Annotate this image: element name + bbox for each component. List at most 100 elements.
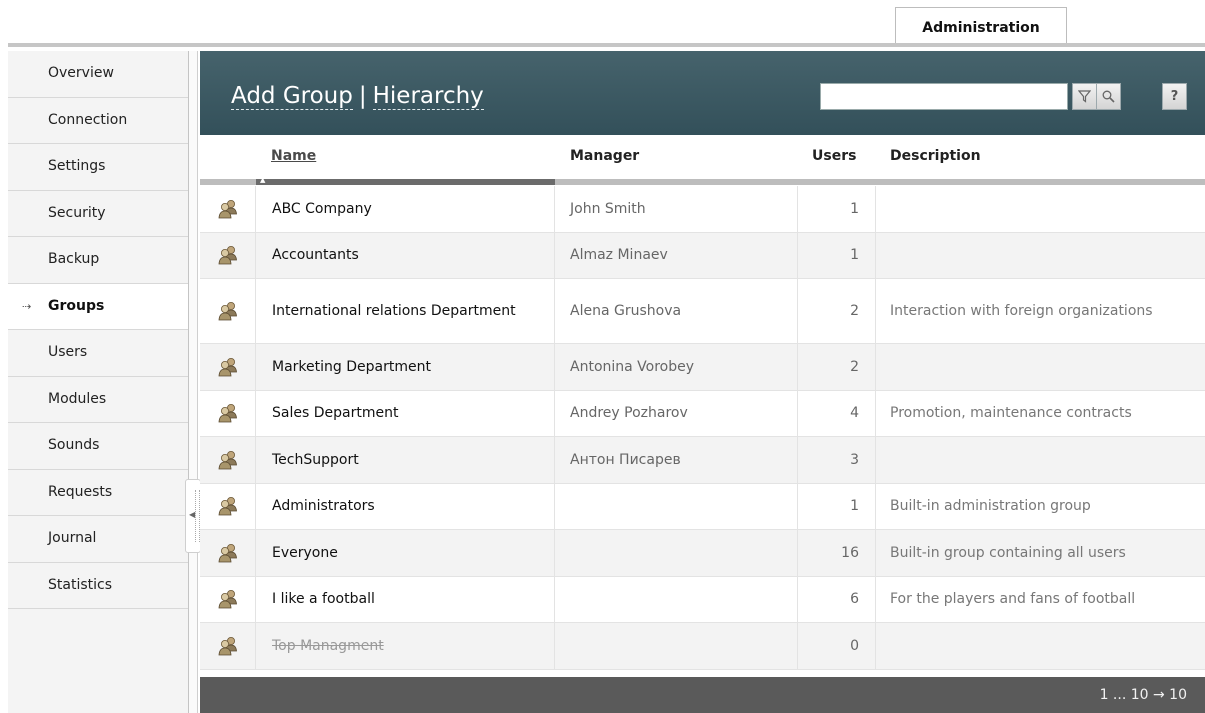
group-name-cell: ABC Company bbox=[256, 186, 555, 232]
users-count-cell-text: 0 bbox=[850, 637, 859, 654]
group-name-cell-text: Accountants bbox=[272, 247, 359, 264]
add-group-link[interactable]: Add Group bbox=[231, 83, 353, 110]
sidebar-item-connection[interactable]: Connection bbox=[8, 97, 188, 144]
group-icon bbox=[218, 497, 237, 516]
table-row[interactable]: TechSupport Антон Писарев 3 bbox=[200, 437, 1205, 484]
header-actions: Add Group | Hierarchy bbox=[231, 83, 484, 110]
table-row[interactable]: Administrators 1 Built-in administration g… bbox=[200, 483, 1205, 530]
users-count-cell-text: 2 bbox=[850, 303, 859, 319]
row-icon-cell bbox=[200, 186, 256, 232]
column-description-header[interactable]: Description bbox=[890, 148, 981, 164]
users-count-cell-text: 2 bbox=[850, 358, 859, 375]
sidebar-item-journal[interactable]: Journal bbox=[8, 516, 188, 563]
group-name-cell: Marketing Department bbox=[256, 344, 555, 390]
users-count-cell: 2 bbox=[798, 344, 876, 390]
manager-cell: Антон Писарев bbox=[555, 437, 798, 483]
sidebar-item-statistics[interactable]: Statistics bbox=[8, 562, 188, 609]
sidebar-item-users[interactable]: Users bbox=[8, 330, 188, 377]
splitter[interactable] bbox=[189, 51, 198, 713]
description-cell bbox=[876, 623, 1205, 669]
users-count-cell: 4 bbox=[798, 390, 876, 436]
users-count-cell: 6 bbox=[798, 576, 876, 622]
manager-cell-text: John Smith bbox=[570, 200, 646, 217]
description-cell-text: Promotion, maintenance contracts bbox=[890, 405, 1132, 422]
hierarchy-link[interactable]: Hierarchy bbox=[372, 83, 484, 110]
sidebar-item-settings[interactable]: Settings bbox=[8, 144, 188, 191]
group-icon bbox=[218, 357, 237, 377]
group-name-cell: Administrators bbox=[256, 483, 555, 529]
users-count-cell: 16 bbox=[798, 530, 876, 576]
group-icon bbox=[218, 199, 237, 219]
manager-cell bbox=[555, 576, 798, 622]
group-icon bbox=[218, 404, 237, 423]
sidebar-item-label: Users bbox=[48, 344, 88, 360]
description-cell bbox=[876, 186, 1205, 232]
table-row[interactable]: I like a football 6 For the players and fa… bbox=[200, 576, 1205, 623]
row-icon-cell bbox=[200, 279, 256, 343]
users-count-cell: 2 bbox=[798, 279, 876, 343]
users-count-cell-text: 3 bbox=[850, 451, 859, 468]
table-row[interactable]: Top Managment 0 bbox=[200, 623, 1205, 670]
filter-icon bbox=[1077, 90, 1092, 103]
table-row[interactable]: Marketing Department Antonina Vorobey 2 bbox=[200, 344, 1205, 391]
column-name-header[interactable]: Name bbox=[271, 148, 316, 164]
sidebar-item-label: Modules bbox=[48, 390, 107, 407]
column-users-header[interactable]: Users bbox=[812, 148, 856, 164]
current-arrow-icon: ⇢ bbox=[22, 299, 32, 313]
description-cell-text: Interaction with foreign organizations bbox=[890, 303, 1153, 319]
manager-cell: Antonina Vorobey bbox=[555, 344, 798, 390]
group-name-cell: I like a football bbox=[256, 576, 555, 622]
sidebar-item-backup[interactable]: Backup bbox=[8, 237, 188, 284]
row-icon-cell bbox=[200, 530, 256, 576]
search-button[interactable] bbox=[1096, 83, 1121, 110]
group-name-cell: TechSupport bbox=[256, 437, 555, 483]
help-button[interactable]: ? bbox=[1162, 83, 1187, 110]
group-name-cell-text: I like a football bbox=[272, 591, 375, 608]
sidebar-item-label: Groups bbox=[48, 297, 105, 314]
search-input[interactable] bbox=[820, 83, 1068, 110]
sidebar-item-requests[interactable]: Requests bbox=[8, 469, 188, 516]
group-name-cell-text: International relations Department bbox=[272, 303, 516, 319]
tab-administration[interactable]: Administration bbox=[895, 7, 1067, 44]
group-name-cell-text: Top Managment bbox=[272, 637, 384, 654]
description-cell-text: Built-in group containing all users bbox=[890, 544, 1126, 561]
sidebar-item-label: Requests bbox=[48, 483, 113, 500]
group-name-cell: Sales Department bbox=[256, 390, 555, 436]
sidebar-item-security[interactable]: Security bbox=[8, 190, 188, 237]
description-cell-text: For the players and fans of football bbox=[890, 591, 1136, 608]
row-icon-cell bbox=[200, 623, 256, 669]
sidebar-item-overview[interactable]: Overview bbox=[8, 51, 188, 98]
sidebar-item-sounds[interactable]: Sounds bbox=[8, 423, 188, 470]
group-icon bbox=[218, 450, 237, 470]
splitter-collapse-handle[interactable]: ◀ bbox=[185, 479, 201, 553]
sort-ascending-icon: ▲ bbox=[260, 176, 266, 184]
table-row[interactable]: Accountants Almaz Minaev 1 bbox=[200, 232, 1205, 279]
manager-cell: Alena Grushova bbox=[555, 279, 798, 343]
row-icon-cell bbox=[200, 576, 256, 622]
group-icon bbox=[218, 590, 237, 609]
sidebar-item-modules[interactable]: Modules bbox=[8, 376, 188, 423]
group-icon bbox=[218, 246, 237, 265]
manager-cell: John Smith bbox=[555, 186, 798, 232]
manager-cell-text: Антон Писарев bbox=[570, 451, 681, 468]
groups-table: ABC Company John Smith 1 Accountants Almaz M… bbox=[200, 186, 1205, 670]
group-icon bbox=[218, 302, 237, 321]
table-row[interactable]: Everyone 16 Built-in group containing all … bbox=[200, 530, 1205, 577]
sidebar-item-label: Sounds bbox=[48, 437, 100, 453]
table-row[interactable]: Sales Department Andrey Pozharov 4 Promotio… bbox=[200, 390, 1205, 437]
users-count-cell-text: 1 bbox=[850, 247, 859, 264]
filter-button[interactable] bbox=[1072, 83, 1097, 110]
pager[interactable]: 1 ... 10 → 10 bbox=[1100, 687, 1187, 703]
description-cell: For the players and fans of football bbox=[876, 577, 1205, 623]
group-name-cell: Top Managment bbox=[256, 623, 555, 669]
table-row[interactable]: ABC Company John Smith 1 bbox=[200, 186, 1205, 233]
column-manager-header[interactable]: Manager bbox=[570, 148, 639, 164]
users-count-cell-text: 16 bbox=[841, 544, 859, 561]
table-row[interactable]: International relations Department Alena … bbox=[200, 279, 1205, 344]
group-name-cell-text: Marketing Department bbox=[272, 358, 431, 375]
sidebar-item-groups[interactable]: ⇢ Groups bbox=[8, 283, 188, 330]
sidebar-item-label: Journal bbox=[48, 530, 97, 546]
group-name-cell-text: Administrators bbox=[272, 498, 375, 515]
description-cell bbox=[876, 233, 1205, 279]
users-count-cell: 0 bbox=[798, 623, 876, 669]
